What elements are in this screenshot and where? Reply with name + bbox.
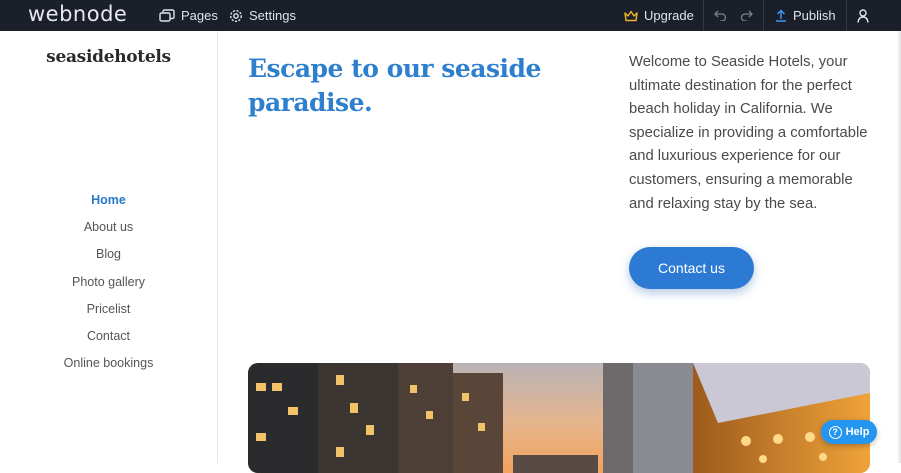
user-icon <box>857 8 869 23</box>
site-title[interactable]: seasidehotels <box>0 47 217 67</box>
settings-gear-icon <box>229 9 243 23</box>
help-label: Help <box>845 426 870 438</box>
contact-us-button[interactable]: Contact us <box>629 247 754 289</box>
upgrade-label: Upgrade <box>644 8 694 23</box>
hero-intro-text[interactable]: Welcome to Seaside Hotels, your ultimate… <box>629 51 879 216</box>
hero-heading[interactable]: Escape to our seaside paradise. <box>248 52 568 120</box>
pages-icon <box>159 8 175 23</box>
nav-item-home[interactable]: Home <box>0 187 217 214</box>
help-button[interactable]: ? Help <box>821 420 877 444</box>
nav-item-pricelist[interactable]: Pricelist <box>0 296 217 323</box>
crown-icon <box>624 10 638 22</box>
webnode-logo[interactable]: webnode <box>28 2 127 26</box>
hero-city-photo[interactable] <box>248 363 870 473</box>
redo-button[interactable] <box>740 0 753 31</box>
account-button[interactable] <box>857 0 869 31</box>
nav-item-online-bookings[interactable]: Online bookings <box>0 350 217 377</box>
page-edge-shadow <box>897 31 901 463</box>
site-navigation: Home About us Blog Photo gallery Priceli… <box>0 187 217 377</box>
nav-item-photo-gallery[interactable]: Photo gallery <box>0 269 217 296</box>
settings-label: Settings <box>249 8 296 23</box>
undo-icon <box>714 10 727 21</box>
undo-button[interactable] <box>714 0 727 31</box>
upload-icon <box>775 9 787 22</box>
upgrade-button[interactable]: Upgrade <box>624 0 694 31</box>
toolbar-divider <box>846 0 847 31</box>
publish-label: Publish <box>793 8 836 23</box>
nav-item-about-us[interactable]: About us <box>0 214 217 241</box>
pages-label: Pages <box>181 8 218 23</box>
editor-toolbar: webnode Pages Settings Upgrade Publish <box>0 0 901 31</box>
redo-icon <box>740 10 753 21</box>
nav-item-blog[interactable]: Blog <box>0 241 217 268</box>
publish-button[interactable]: Publish <box>775 0 836 31</box>
nav-item-contact[interactable]: Contact <box>0 323 217 350</box>
settings-button[interactable]: Settings <box>229 0 296 31</box>
city-sunset-image <box>248 363 870 473</box>
site-sidebar: seasidehotels Home About us Blog Photo g… <box>0 31 218 463</box>
toolbar-divider <box>763 0 764 31</box>
toolbar-divider <box>703 0 704 31</box>
pages-button[interactable]: Pages <box>159 0 218 31</box>
help-question-icon: ? <box>828 425 842 439</box>
